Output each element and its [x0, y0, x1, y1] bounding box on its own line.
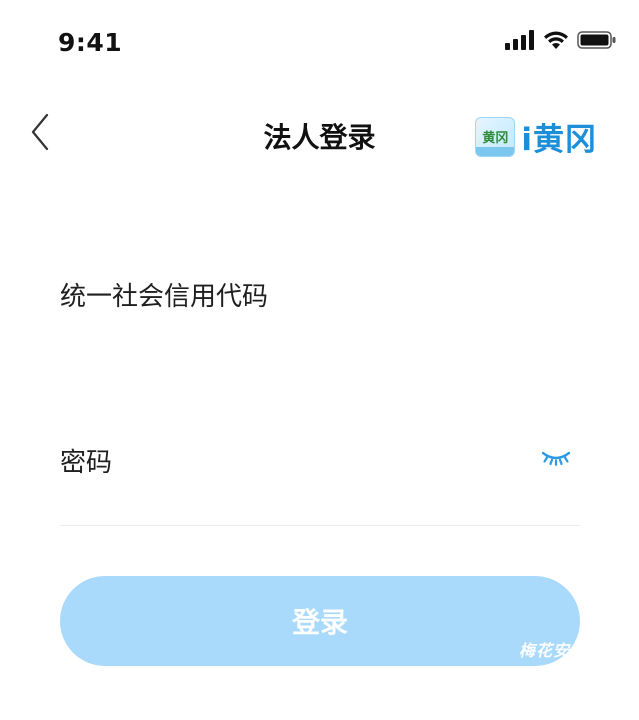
eye-closed-icon	[541, 449, 571, 471]
brand-badge-text: 黄冈	[482, 131, 509, 146]
password-field: 密码	[60, 442, 580, 482]
login-button-label: 登录	[291, 606, 348, 639]
status-bar: 9:41	[0, 0, 639, 90]
status-time: 9:41	[58, 28, 123, 57]
login-screen: 9:41 法人登录 黄冈 i黄冈 统一社会信用代码 密码 登录 梅花安卓	[0, 0, 639, 720]
password-divider	[60, 525, 580, 526]
brand-badge-icon: 黄冈	[475, 116, 516, 157]
brand-name: i黄冈	[521, 122, 597, 158]
password-input[interactable]	[60, 482, 534, 524]
watermark-text: 梅花安卓	[518, 641, 587, 660]
login-button[interactable]: 登录	[60, 576, 580, 666]
status-icons	[505, 30, 617, 54]
credit-code-field: 统一社会信用代码	[60, 276, 580, 316]
password-visibility-toggle[interactable]	[538, 448, 574, 472]
nav-bar: 法人登录 黄冈 i黄冈	[0, 100, 639, 170]
wifi-icon	[543, 30, 569, 54]
password-label: 密码	[60, 448, 113, 478]
battery-icon	[577, 30, 617, 54]
brand-logo[interactable]: 黄冈 i黄冈	[475, 114, 597, 159]
credit-code-input[interactable]	[60, 322, 584, 364]
credit-code-label: 统一社会信用代码	[60, 282, 269, 312]
signal-icon	[505, 30, 535, 54]
